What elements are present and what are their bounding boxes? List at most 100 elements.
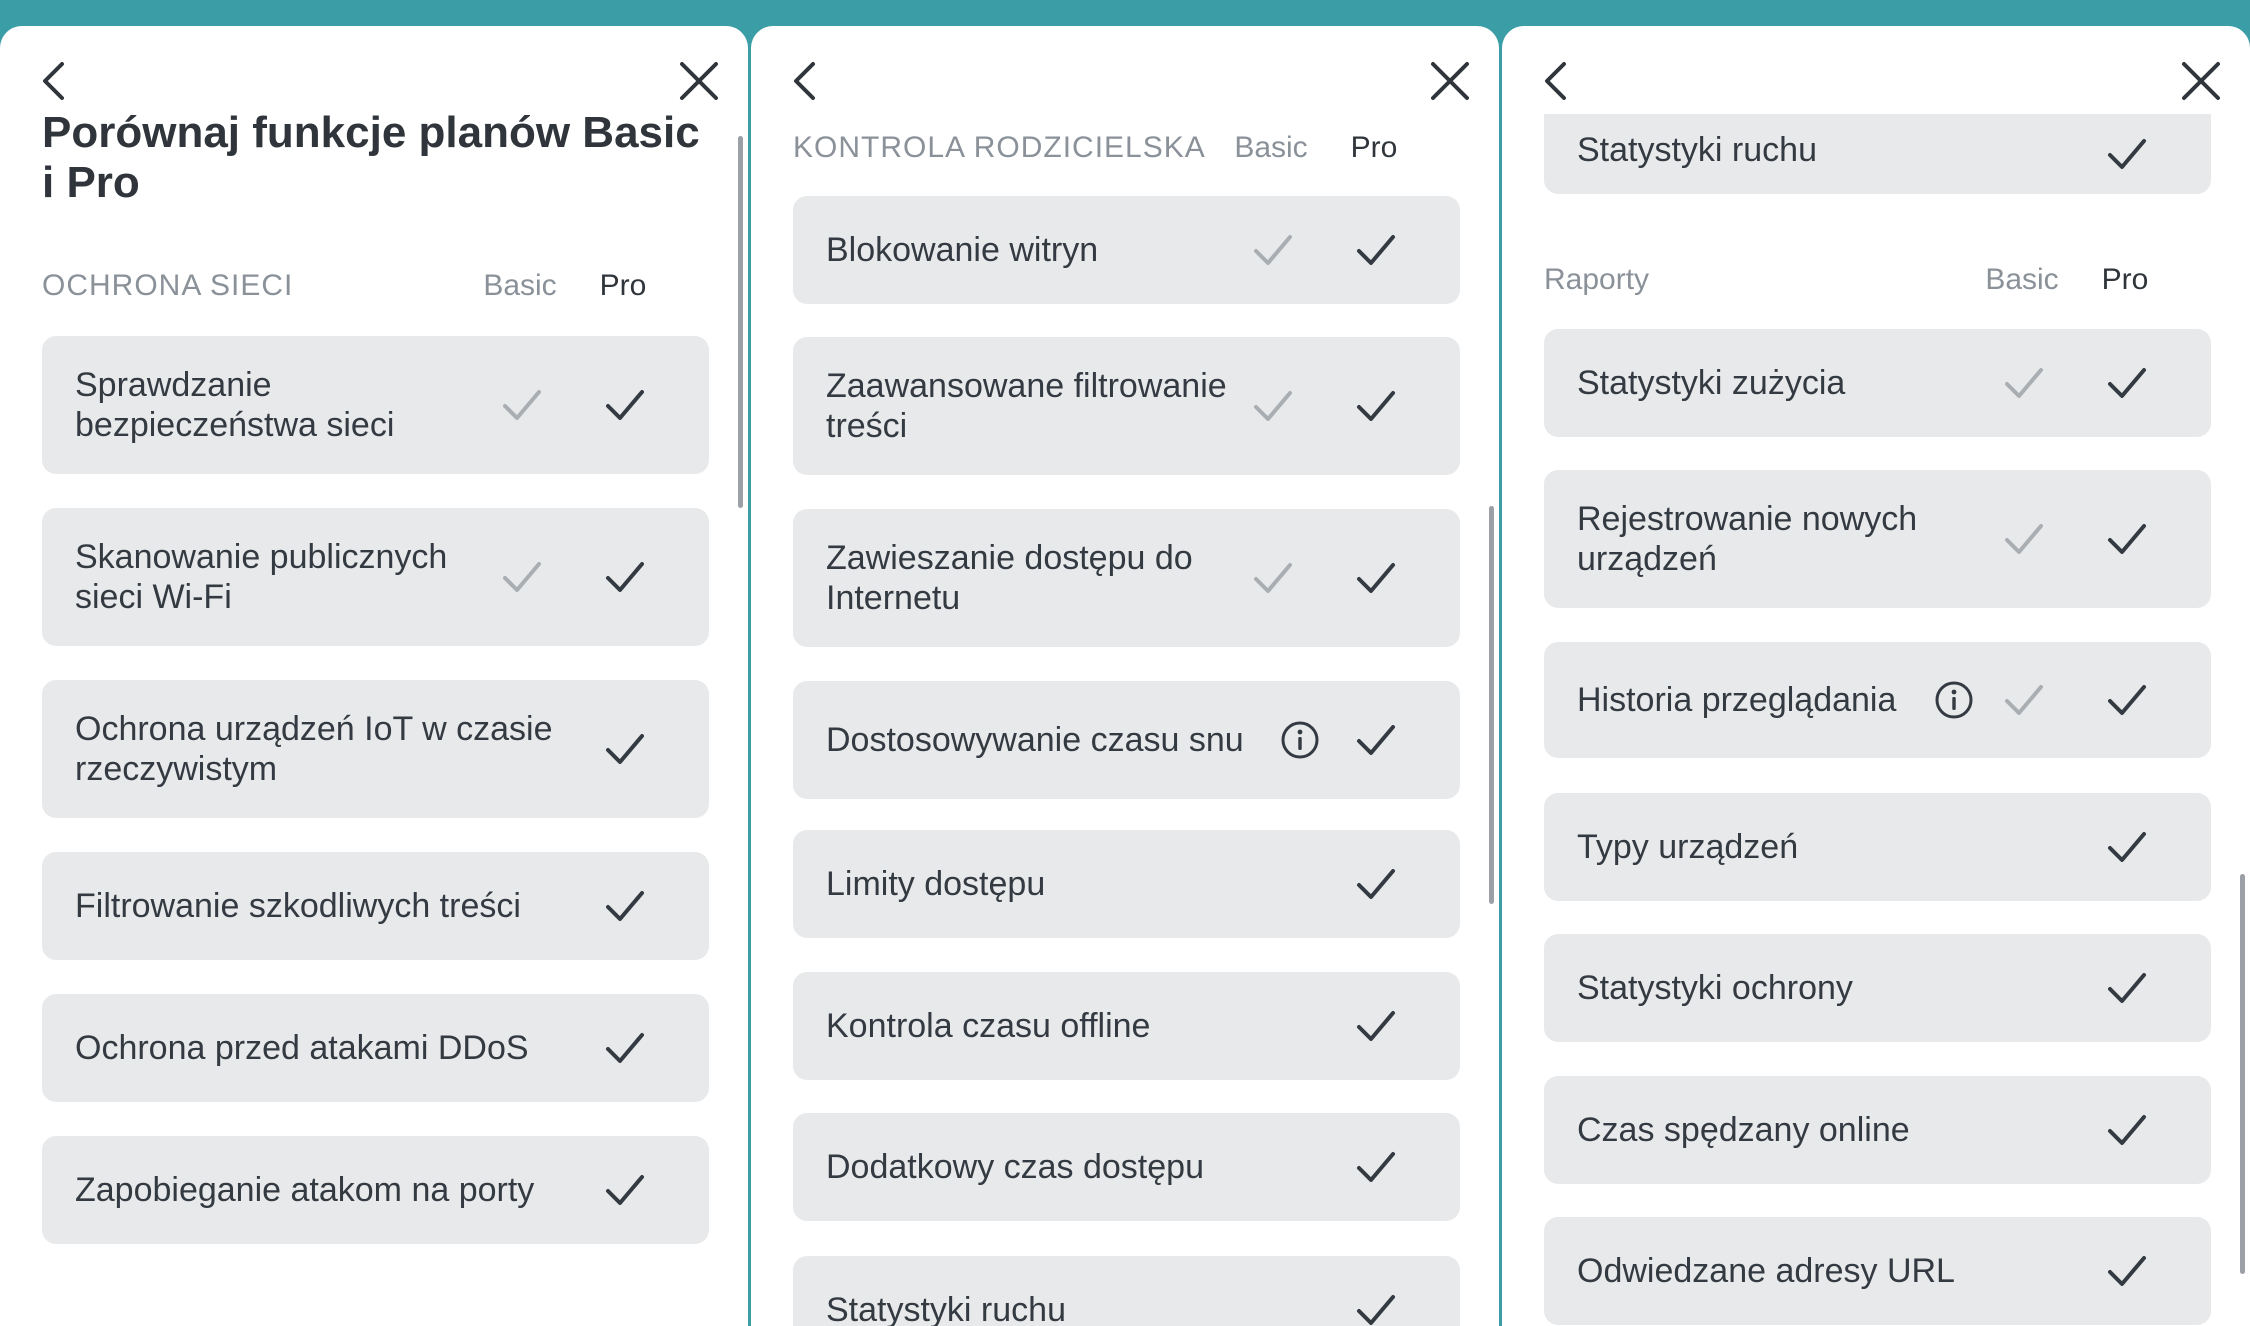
pro-check-icon xyxy=(600,552,650,602)
column-basic: Basic xyxy=(483,269,557,302)
feature-label: Statystyki ruchu xyxy=(1577,131,1817,169)
back-button[interactable] xyxy=(20,46,90,116)
feature-label: Statystyki ruchu xyxy=(826,1291,1066,1326)
feature-row: Statystyki ruchu xyxy=(793,1256,1460,1326)
feature-label: Statystyki zużycia xyxy=(1577,364,1846,402)
column-basic: Basic xyxy=(1985,263,2059,296)
pro-check-icon xyxy=(600,1023,650,1073)
panel-reports: Statystyki ruchu Raporty Basic Pro Staty… xyxy=(1502,26,2250,1326)
pro-check-icon xyxy=(2102,822,2152,872)
info-icon[interactable] xyxy=(1279,719,1321,761)
pro-check-icon xyxy=(2102,1246,2152,1296)
feature-row: Kontrola czasu offline xyxy=(793,972,1460,1080)
feature-label: Filtrowanie szkodliwych treści xyxy=(75,887,521,925)
feature-label: Typy urządzeń xyxy=(1577,828,1799,866)
feature-label: Czas spędzany online xyxy=(1577,1111,1910,1149)
feature-label: Blokowanie witryn xyxy=(826,231,1099,269)
column-pro: Pro xyxy=(2101,263,2149,296)
feature-row: Odwiedzane adresy URL xyxy=(1544,1217,2211,1325)
basic-check-icon xyxy=(1248,225,1298,275)
pro-check-icon xyxy=(2102,675,2152,725)
feature-label: Zawieszanie dostępu do Internetu xyxy=(826,539,1193,617)
basic-check-icon xyxy=(1248,381,1298,431)
basic-check-icon xyxy=(1999,675,2049,725)
pro-check-icon xyxy=(1351,715,1401,765)
back-button[interactable] xyxy=(771,46,841,116)
panel-parental-control: KONTROLA RODZICIELSKA Basic Pro Blokowan… xyxy=(751,26,1499,1326)
feature-row: Skanowanie publicznych sieci Wi-Fi xyxy=(42,508,709,646)
pro-check-icon xyxy=(600,724,650,774)
pro-check-icon xyxy=(2102,514,2152,564)
feature-label: Ochrona przed atakami DDoS xyxy=(75,1029,529,1067)
basic-check-icon xyxy=(1999,514,2049,564)
info-icon[interactable] xyxy=(1933,679,1975,721)
panel-network-protection: Porównaj funkcje planów Basic i Pro OCHR… xyxy=(0,26,748,1326)
close-icon xyxy=(680,62,718,100)
feature-row: Dodatkowy czas dostępu xyxy=(793,1113,1460,1221)
section-title: OCHRONA SIECI xyxy=(42,269,294,302)
section-title: Raporty xyxy=(1544,263,1650,296)
pro-check-icon xyxy=(600,380,650,430)
feature-row: Zaawansowane filtrowanie treści xyxy=(793,337,1460,475)
feature-row: Statystyki zużycia xyxy=(1544,329,2211,437)
close-icon xyxy=(1431,62,1469,100)
feature-row: Sprawdzanie bezpieczeństwa sieci xyxy=(42,336,709,474)
pro-check-icon xyxy=(2102,129,2152,179)
basic-check-icon xyxy=(497,552,547,602)
feature-row: Historia przeglądania xyxy=(1544,642,2211,758)
close-button[interactable] xyxy=(664,46,734,116)
pro-check-icon xyxy=(1351,859,1401,909)
pro-check-icon xyxy=(1351,381,1401,431)
scrollbar[interactable] xyxy=(738,136,743,508)
feature-row: Ochrona urządzeń IoT w czasie rzeczywist… xyxy=(42,680,709,818)
feature-row: Zawieszanie dostępu do Internetu xyxy=(793,509,1460,647)
feature-row: Zapobieganie atakom na porty xyxy=(42,1136,709,1244)
pro-check-icon xyxy=(1351,1285,1401,1326)
scrollbar[interactable] xyxy=(1489,506,1494,904)
pro-check-icon xyxy=(2102,1105,2152,1155)
feature-label: Dodatkowy czas dostępu xyxy=(826,1148,1204,1186)
feature-label: Ochrona urządzeń IoT w czasie rzeczywist… xyxy=(75,710,553,788)
feature-row: Filtrowanie szkodliwych treści xyxy=(42,852,709,960)
close-button[interactable] xyxy=(1415,46,1485,116)
feature-row: Statystyki ruchu xyxy=(1544,114,2211,194)
pro-check-icon xyxy=(1351,1142,1401,1192)
chevron-left-icon xyxy=(1545,62,1566,100)
feature-label: Odwiedzane adresy URL xyxy=(1577,1252,1955,1290)
section-title: KONTROLA RODZICIELSKA xyxy=(793,131,1206,164)
feature-label: Zapobieganie atakom na porty xyxy=(75,1171,535,1209)
section-header: Raporty Basic Pro xyxy=(1502,255,2250,305)
pro-check-icon xyxy=(2102,358,2152,408)
close-button[interactable] xyxy=(2166,46,2236,116)
feature-row: Czas spędzany online xyxy=(1544,1076,2211,1184)
back-button[interactable] xyxy=(1522,46,1592,116)
pro-check-icon xyxy=(600,881,650,931)
basic-check-icon xyxy=(1999,358,2049,408)
pro-check-icon xyxy=(600,1165,650,1215)
feature-row: Typy urządzeń xyxy=(1544,793,2211,901)
feature-row: Statystyki ochrony xyxy=(1544,934,2211,1042)
feature-label: Rejestrowanie nowych urządzeń xyxy=(1577,500,1918,578)
pro-check-icon xyxy=(1351,1001,1401,1051)
basic-check-icon xyxy=(1248,553,1298,603)
chevron-left-icon xyxy=(794,62,815,100)
feature-row: Blokowanie witryn xyxy=(793,196,1460,304)
feature-row: Dostosowywanie czasu snu xyxy=(793,681,1460,799)
page-title: Porównaj funkcje planów Basic i Pro xyxy=(42,108,700,207)
pro-check-icon xyxy=(1351,553,1401,603)
close-icon xyxy=(2182,62,2220,100)
feature-label: Statystyki ochrony xyxy=(1577,969,1853,1007)
chevron-left-icon xyxy=(43,62,64,100)
section-header: KONTROLA RODZICIELSKA Basic Pro xyxy=(751,123,1499,173)
section-header: OCHRONA SIECI Basic Pro xyxy=(0,261,748,311)
feature-row: Limity dostępu xyxy=(793,830,1460,938)
feature-label: Dostosowywanie czasu snu xyxy=(826,721,1244,759)
pro-check-icon xyxy=(2102,963,2152,1013)
feature-label: Sprawdzanie bezpieczeństwa sieci xyxy=(75,366,395,444)
feature-label: Zaawansowane filtrowanie treści xyxy=(826,367,1227,445)
feature-label: Kontrola czasu offline xyxy=(826,1007,1151,1045)
feature-label: Skanowanie publicznych sieci Wi-Fi xyxy=(75,538,448,616)
feature-row: Rejestrowanie nowych urządzeń xyxy=(1544,470,2211,608)
pro-check-icon xyxy=(1351,225,1401,275)
scrollbar[interactable] xyxy=(2240,874,2245,1274)
